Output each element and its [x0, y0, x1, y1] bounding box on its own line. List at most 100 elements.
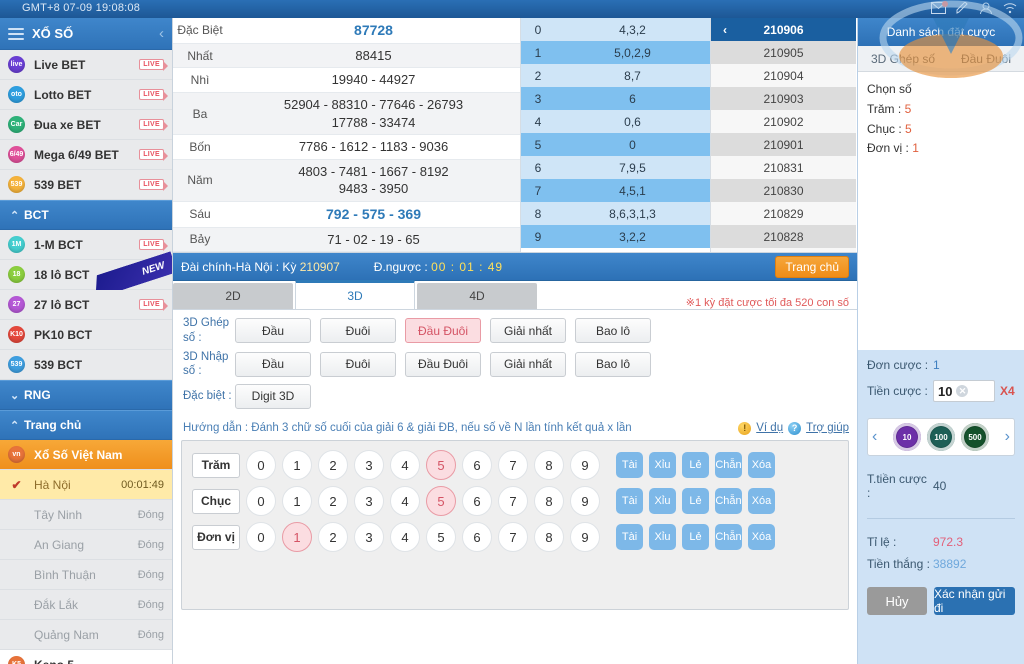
digit-button[interactable]: 7 [498, 450, 528, 481]
sidebar-item-qu-ng-nam[interactable]: Quảng Nam Đóng [0, 620, 172, 650]
digit-button[interactable]: 8 [534, 450, 564, 481]
digit-button[interactable]: 2 [318, 450, 348, 481]
sidebar-header[interactable]: XỔ SỐ ‹ [0, 18, 172, 50]
sidebar-item-mega-6-49-bet[interactable]: 6/49 Mega 6/49 BET LIVE [0, 140, 172, 170]
history-item[interactable]: 210902 [711, 110, 856, 133]
sidebar-item-an-giang[interactable]: An Giang Đóng [0, 530, 172, 560]
digit-button[interactable]: 2 [318, 486, 348, 517]
mail-icon[interactable] [931, 1, 948, 16]
bet-slip-tab[interactable]: Đầu Đuôi [961, 52, 1011, 66]
digit-button[interactable]: 7 [498, 486, 528, 517]
sidebar-item-pk10-bct[interactable]: K10 PK10 BCT [0, 320, 172, 350]
history-item[interactable]: 210903 [711, 87, 856, 110]
person-icon[interactable] [979, 2, 994, 16]
tab-3d[interactable]: 3D [295, 280, 415, 310]
chip-10[interactable]: 10 [893, 423, 921, 451]
digit-button[interactable]: 4 [390, 522, 420, 553]
cancel-button[interactable]: Hủy [867, 587, 927, 615]
chip-100[interactable]: 100 [927, 423, 955, 451]
sidebar-item-h-n-i[interactable]: ✔ Hà Nội 00:01:49 [0, 470, 172, 500]
digit-button[interactable]: 1 [282, 450, 312, 481]
play-type-button[interactable]: Đầu Đuôi [405, 318, 481, 344]
sidebar-item-live-bet[interactable]: live Live BET LIVE [0, 50, 172, 80]
play-type-button[interactable]: Đuôi [320, 351, 396, 377]
sidebar-item-1-m-bct[interactable]: 1M 1-M BCT LIVE [0, 230, 172, 260]
digit-button[interactable]: 4 [390, 486, 420, 517]
tab-2d[interactable]: 2D [173, 283, 293, 310]
bet-slip-panel[interactable]: Danh sách đặt cược 3D Ghép số Đầu Đuôi Ch… [857, 18, 1024, 664]
history-item[interactable]: 210831 [711, 156, 856, 179]
sidebar-item-keno-5[interactable]: K5 Keno 5 [0, 650, 172, 664]
play-type-button[interactable]: Digit 3D [235, 383, 311, 409]
play-type-button[interactable]: Giải nhất [490, 318, 566, 344]
digit-button[interactable]: 8 [534, 522, 564, 553]
quick-pick-group[interactable]: Tài Xỉu Lẻ Chẵn Xóa [616, 488, 775, 515]
digit-button[interactable]: 0 [246, 486, 276, 517]
quick-pick-xóa[interactable]: Xóa [748, 452, 775, 479]
digit-button[interactable]: 1 [282, 486, 312, 517]
history-item[interactable]: 210829 [711, 202, 856, 225]
history-item[interactable]: 210901 [711, 133, 856, 156]
sidebar-item--k-l-k[interactable]: Đắk Lắk Đóng [0, 590, 172, 620]
sidebar-body[interactable]: live Live BET LIVE oto Lotto BET LIVE Car Đua x… [0, 50, 172, 664]
digit-button[interactable]: 1 [282, 522, 312, 553]
stake-row[interactable]: Tiền cược : 10 ✕ X4 [867, 380, 1015, 402]
digit-button[interactable]: 5 [426, 522, 456, 553]
digit-button[interactable]: 4 [390, 450, 420, 481]
quick-pick-lẻ[interactable]: Lẻ [682, 488, 709, 515]
history-item[interactable]: ‹ 210906 [711, 18, 856, 41]
digit-button[interactable]: 0 [246, 450, 276, 481]
quick-pick-group[interactable]: Tài Xỉu Lẻ Chẵn Xóa [616, 452, 775, 479]
wifi-icon[interactable] [1003, 2, 1018, 16]
quick-pick-xóa[interactable]: Xóa [748, 488, 775, 515]
digit-button[interactable]: 5 [426, 450, 456, 481]
bet-slip-tab[interactable]: 3D Ghép số [871, 52, 935, 66]
quick-pick-xỉu[interactable]: Xỉu [649, 524, 676, 551]
chevron-left-icon[interactable]: ‹ [872, 428, 877, 446]
sidebar-item-539-bet[interactable]: 539 539 BET LIVE [0, 170, 172, 200]
home-button[interactable]: Trang chủ [775, 255, 849, 278]
play-type-section[interactable]: 3D Ghép số : Đầu Đuôi Đầu Đuôi Giải nhất Bao … [173, 310, 857, 418]
play-type-button[interactable]: Đầu Đuôi [405, 351, 481, 377]
play-type-button[interactable]: Bao lô [575, 351, 651, 377]
history-item[interactable]: 210830 [711, 179, 856, 202]
sidebar-group-rng[interactable]: ⌄ RNG [0, 380, 172, 410]
number-selection-pad[interactable]: Trăm 0 1 2 3 4 5 6 7 8 9 Tài Xỉu Lẻ Chẵn Xóa Chục 0 1 2 3 4 5 6… [181, 439, 849, 610]
stake-input[interactable]: 10 ✕ [933, 380, 995, 402]
sidebar-item-x-s-vi-t-nam[interactable]: vn Xổ Số Việt Nam [0, 440, 172, 470]
digit-button[interactable]: 9 [570, 486, 600, 517]
sidebar-group-bct[interactable]: ⌃ BCT [0, 200, 172, 230]
guide-links[interactable]: ! Ví dụ ? Trợ giúp [738, 421, 849, 435]
play-type-button[interactable]: Đầu [235, 351, 311, 377]
digit-button[interactable]: 8 [534, 486, 564, 517]
help-link[interactable]: Trợ giúp [806, 422, 849, 434]
quick-pick-chẵn[interactable]: Chẵn [715, 452, 742, 479]
play-type-button[interactable]: Giải nhất [490, 351, 566, 377]
quick-pick-xỉu[interactable]: Xỉu [649, 452, 676, 479]
digit-button[interactable]: 6 [462, 450, 492, 481]
sidebar-item-27-l-bct[interactable]: 27 27 lô BCT LIVE [0, 290, 172, 320]
clear-icon[interactable]: ✕ [956, 385, 969, 397]
draw-history-list[interactable]: ‹ 210906 210905 210904 210903 210902 210901 210… [711, 18, 856, 253]
bet-actions[interactable]: Hủy Xác nhận gửi đi [858, 585, 1024, 625]
digit-button[interactable]: 0 [246, 522, 276, 553]
confirm-button[interactable]: Xác nhận gửi đi [934, 587, 1015, 615]
dimension-tabs[interactable]: 2D 3D 4D ※1 kỳ đặt cược tối đa 520 con số [173, 280, 857, 311]
sidebar-item--ua-xe-bet[interactable]: Car Đua xe BET LIVE [0, 110, 172, 140]
quick-pick-lẻ[interactable]: Lẻ [682, 452, 709, 479]
history-item[interactable]: 210905 [711, 41, 856, 64]
digit-button[interactable]: 3 [354, 486, 384, 517]
digit-button[interactable]: 5 [426, 486, 456, 517]
chip-list[interactable]: 10 100 500 [893, 423, 989, 451]
quick-pick-tài[interactable]: Tài [616, 488, 643, 515]
quick-pick-chẵn[interactable]: Chẵn [715, 524, 742, 551]
quick-pick-lẻ[interactable]: Lẻ [682, 524, 709, 551]
quick-pick-chẵn[interactable]: Chẵn [715, 488, 742, 515]
bet-slip-tabs[interactable]: 3D Ghép số Đầu Đuôi [858, 46, 1024, 72]
play-type-button[interactable]: Bao lô [575, 318, 651, 344]
digit-button[interactable]: 6 [462, 486, 492, 517]
chip-selector[interactable]: ‹ 10 100 500 › [867, 418, 1015, 456]
sidebar-group-trang-chủ[interactable]: ⌃ Trang chủ [0, 410, 172, 440]
digit-button[interactable]: 7 [498, 522, 528, 553]
sidebar-item-539-bct[interactable]: 539 539 BCT [0, 350, 172, 380]
